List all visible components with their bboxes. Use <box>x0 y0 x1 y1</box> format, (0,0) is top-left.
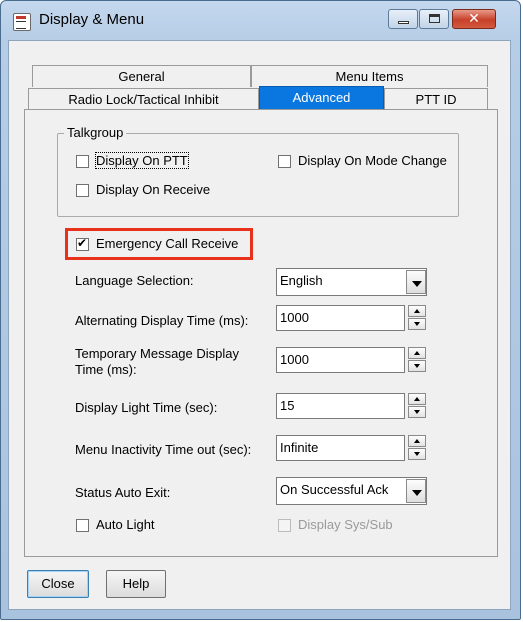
status-auto-exit-dropdown-arrow[interactable] <box>406 479 426 503</box>
language-selection-label: Language Selection: <box>75 273 194 288</box>
display-on-ptt-checkbox[interactable] <box>76 155 89 168</box>
display-on-mode-change-checkbox[interactable] <box>278 155 291 168</box>
language-selection-value: English <box>280 273 323 288</box>
status-auto-exit-label: Status Auto Exit: <box>75 485 171 500</box>
menu-inactivity-timeout-spinner[interactable] <box>408 435 426 461</box>
alternating-display-time-spinner[interactable] <box>408 305 426 331</box>
temporary-message-display-time-label-line2: Time (ms): <box>75 362 137 377</box>
close-window-button[interactable]: ✕ <box>452 9 496 29</box>
temporary-message-display-time-input[interactable]: 1000 <box>276 347 405 373</box>
tab-advanced[interactable]: Advanced <box>259 86 384 110</box>
status-auto-exit-value: On Successful Ack <box>280 482 389 497</box>
temporary-message-display-time-spinner[interactable] <box>408 347 426 373</box>
spin-up-icon[interactable] <box>408 347 426 359</box>
maximize-button[interactable] <box>419 9 449 29</box>
emergency-call-receive-checkbox[interactable] <box>76 236 89 251</box>
auto-light-checkbox[interactable] <box>76 519 89 532</box>
tab-radio-lock-tactical-inhibit[interactable]: Radio Lock/Tactical Inhibit <box>28 88 259 110</box>
alternating-display-time-input[interactable]: 1000 <box>276 305 405 331</box>
display-on-mode-change-label[interactable]: Display On Mode Change <box>298 153 447 168</box>
close-icon: ✕ <box>468 11 480 27</box>
display-sys-sub-label: Display Sys/Sub <box>298 517 393 532</box>
spin-down-icon[interactable] <box>408 360 426 372</box>
minimize-button[interactable] <box>388 9 418 29</box>
spin-up-icon[interactable] <box>408 305 426 317</box>
language-selection-dropdown[interactable]: English <box>276 268 427 296</box>
menu-inactivity-timeout-value: Infinite <box>280 440 319 455</box>
display-on-receive-checkbox[interactable] <box>76 184 89 197</box>
minimize-icon <box>398 21 409 24</box>
app-icon <box>13 13 31 31</box>
display-light-time-value: 15 <box>280 398 295 413</box>
tab-menu-items[interactable]: Menu Items <box>251 65 488 87</box>
window-title: Display & Menu <box>39 11 145 28</box>
help-button[interactable]: Help <box>106 570 166 598</box>
temporary-message-display-time-value: 1000 <box>280 352 309 367</box>
alternating-display-time-value: 1000 <box>280 310 309 325</box>
language-selection-dropdown-arrow[interactable] <box>406 270 426 294</box>
display-on-ptt-label[interactable]: Display On PTT <box>95 152 189 169</box>
status-auto-exit-dropdown[interactable]: On Successful Ack <box>276 477 427 505</box>
spin-up-icon[interactable] <box>408 393 426 405</box>
talkgroup-groupbox <box>57 133 459 217</box>
alternating-display-time-label: Alternating Display Time (ms): <box>75 313 249 328</box>
talkgroup-legend: Talkgroup <box>64 125 127 140</box>
temporary-message-display-time-label-line1: Temporary Message Display <box>75 346 240 361</box>
display-light-time-label: Display Light Time (sec): <box>75 400 218 415</box>
spin-down-icon[interactable] <box>408 448 426 460</box>
display-light-time-spinner[interactable] <box>408 393 426 419</box>
display-on-receive-label[interactable]: Display On Receive <box>96 182 210 197</box>
spin-up-icon[interactable] <box>408 435 426 447</box>
close-button[interactable]: Close <box>27 570 89 598</box>
display-sys-sub-checkbox <box>278 519 291 532</box>
title-bar[interactable]: Display & Menu ✕ <box>1 1 520 41</box>
spin-down-icon[interactable] <box>408 406 426 418</box>
maximize-icon <box>429 14 440 23</box>
auto-light-label[interactable]: Auto Light <box>96 517 155 532</box>
display-light-time-input[interactable]: 15 <box>276 393 405 419</box>
spin-down-icon[interactable] <box>408 318 426 330</box>
menu-inactivity-timeout-label: Menu Inactivity Time out (sec): <box>75 442 252 457</box>
tab-general[interactable]: General <box>32 65 251 87</box>
menu-inactivity-timeout-input[interactable]: Infinite <box>276 435 405 461</box>
tab-ptt-id[interactable]: PTT ID <box>384 88 488 110</box>
emergency-call-receive-label[interactable]: Emergency Call Receive <box>96 236 238 251</box>
